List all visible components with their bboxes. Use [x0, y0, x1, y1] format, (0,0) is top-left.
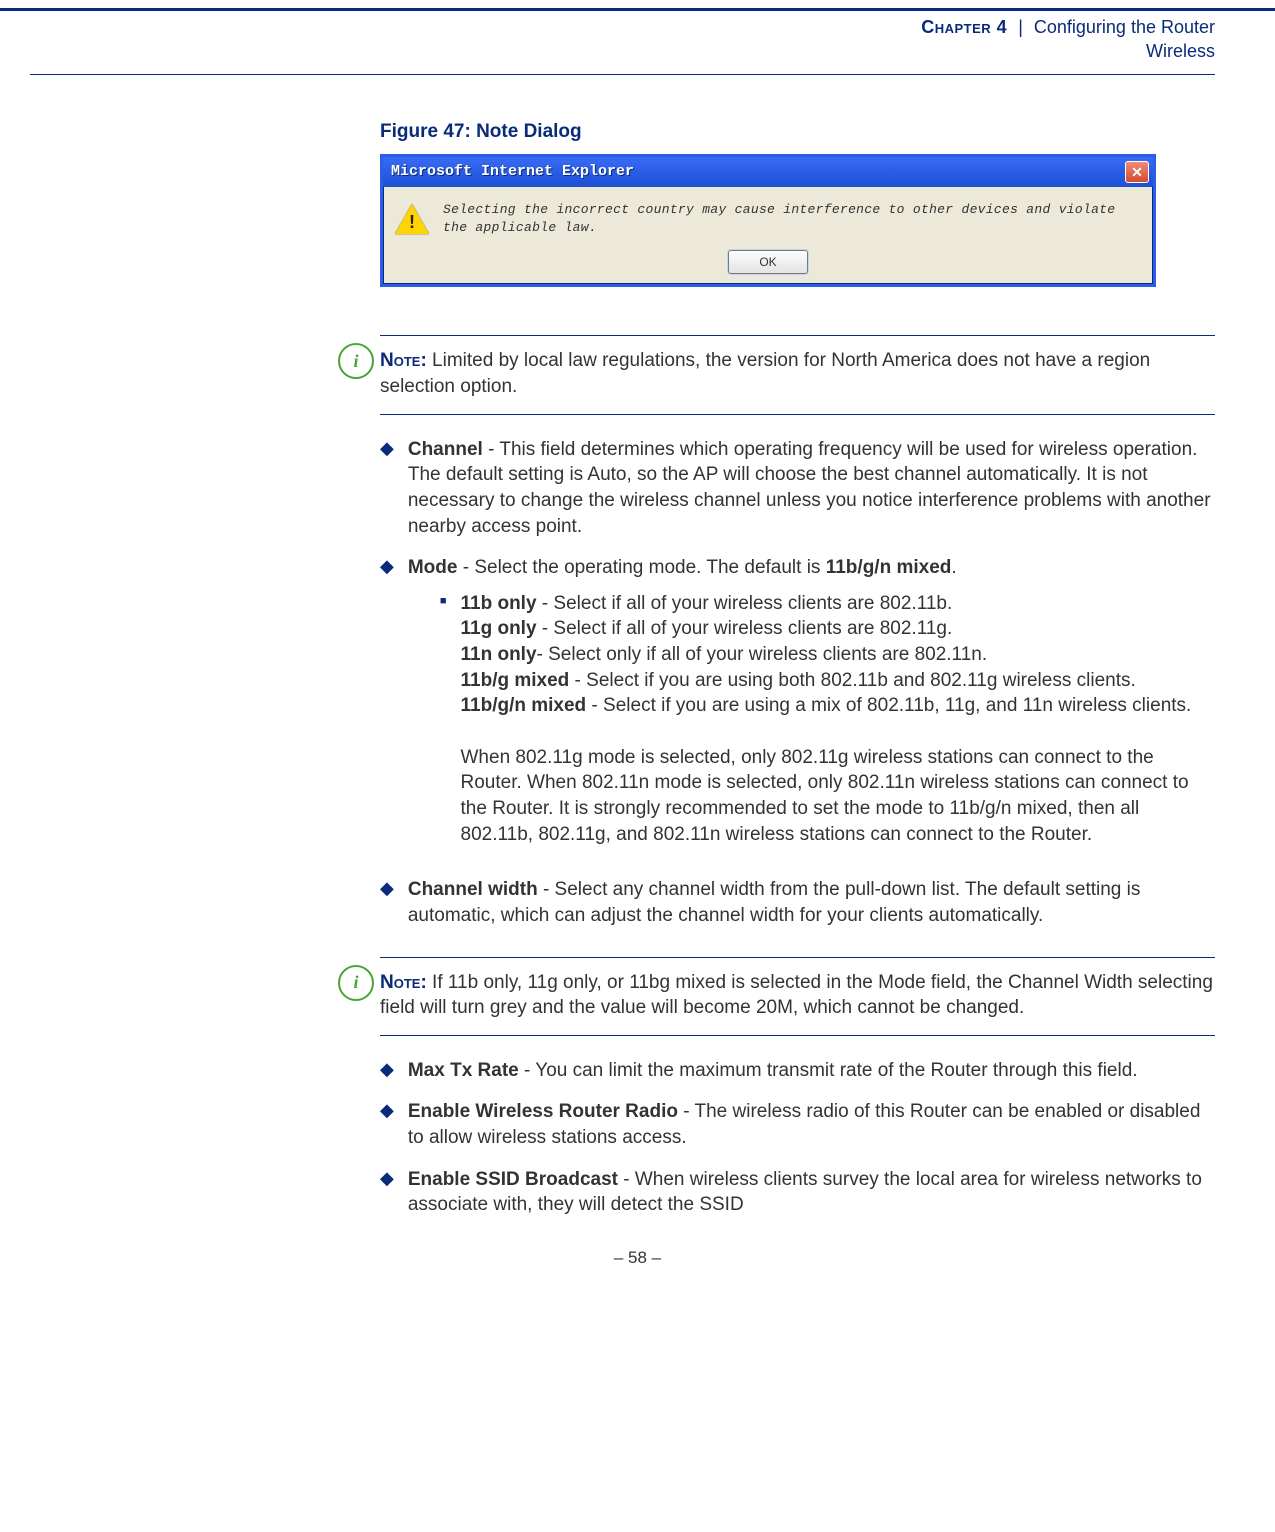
warning-icon: ! [395, 204, 429, 234]
term-11b: 11b only [461, 593, 537, 614]
note-block: i Note: Limited by local law regulations… [380, 335, 1215, 414]
chapter-label: Chapter 4 [921, 17, 1007, 37]
term-channel: Channel [408, 439, 483, 460]
desc-11n: - Select only if all of your wireless cl… [537, 644, 988, 665]
page-header: Chapter 4 | Configuring the Router Wirel… [0, 11, 1275, 68]
list-item: ◆ Enable SSID Broadcast - When wireless … [380, 1167, 1215, 1218]
page-number: – 58 – [0, 1248, 1275, 1268]
note-label: Note: [380, 350, 427, 371]
desc-maxtx: - You can limit the maximum transmit rat… [519, 1060, 1138, 1081]
term-11n: 11n only [461, 644, 537, 665]
desc-11bg: - Select if you are using both 802.11b a… [569, 670, 1135, 691]
desc-11g: - Select if all of your wireless clients… [537, 618, 953, 639]
header-subtitle: Wireless [921, 39, 1215, 63]
sub-list-item: ■ 11b only - Select if all of your wirel… [440, 591, 1215, 847]
mode-default: 11b/g/n mixed [826, 557, 952, 578]
note-block: i Note: If 11b only, 11g only, or 11bg m… [380, 957, 1215, 1036]
info-icon: i [338, 965, 374, 1001]
list-item: ◆ Channel - This field determines which … [380, 437, 1215, 540]
term-11bg: 11b/g mixed [461, 670, 570, 691]
figure-caption: Figure 47: Note Dialog [380, 119, 1215, 145]
term-11bgn: 11b/g/n mixed [461, 695, 587, 716]
note-text: If 11b only, 11g only, or 11bg mixed is … [380, 972, 1213, 1019]
diamond-bullet-icon: ◆ [380, 437, 394, 540]
diamond-bullet-icon: ◆ [380, 555, 394, 861]
dialog-titlebar: Microsoft Internet Explorer ✕ [383, 157, 1153, 187]
list-item: ◆ Enable Wireless Router Radio - The wir… [380, 1099, 1215, 1150]
desc-channel: - This field determines which operating … [408, 439, 1211, 537]
term-cw: Channel width [408, 879, 538, 900]
term-11g: 11g only [461, 618, 537, 639]
note-label: Note: [380, 972, 427, 993]
mode-para: When 802.11g mode is selected, only 802.… [461, 747, 1189, 845]
header-separator: | [1012, 17, 1029, 37]
note-text: Limited by local law regulations, the ve… [380, 350, 1150, 397]
ok-button[interactable]: OK [728, 250, 808, 274]
diamond-bullet-icon: ◆ [380, 1058, 394, 1084]
chapter-title: Configuring the Router [1034, 17, 1215, 37]
diamond-bullet-icon: ◆ [380, 1099, 394, 1150]
close-icon[interactable]: ✕ [1125, 161, 1149, 183]
diamond-bullet-icon: ◆ [380, 1167, 394, 1218]
term-ssid: Enable SSID Broadcast [408, 1169, 618, 1190]
term-radio: Enable Wireless Router Radio [408, 1101, 678, 1122]
desc-11b: - Select if all of your wireless clients… [537, 593, 953, 614]
square-bullet-icon: ■ [440, 591, 447, 847]
term-mode: Mode [408, 557, 458, 578]
desc-11bgn: - Select if you are using a mix of 802.1… [586, 695, 1191, 716]
header-rule [30, 74, 1215, 75]
dialog-message: Selecting the incorrect country may caus… [443, 201, 1141, 236]
info-icon: i [338, 343, 374, 379]
desc-mode-post: . [951, 557, 956, 578]
list-item: ◆ Channel width - Select any channel wid… [380, 877, 1215, 928]
dialog-title: Microsoft Internet Explorer [391, 162, 1125, 182]
diamond-bullet-icon: ◆ [380, 877, 394, 928]
note-dialog: Microsoft Internet Explorer ✕ ! Selectin… [380, 154, 1156, 287]
list-item: ◆ Max Tx Rate - You can limit the maximu… [380, 1058, 1215, 1084]
list-item: ◆ Mode - Select the operating mode. The … [380, 555, 1215, 861]
desc-mode-pre: - Select the operating mode. The default… [457, 557, 825, 578]
term-maxtx: Max Tx Rate [408, 1060, 519, 1081]
